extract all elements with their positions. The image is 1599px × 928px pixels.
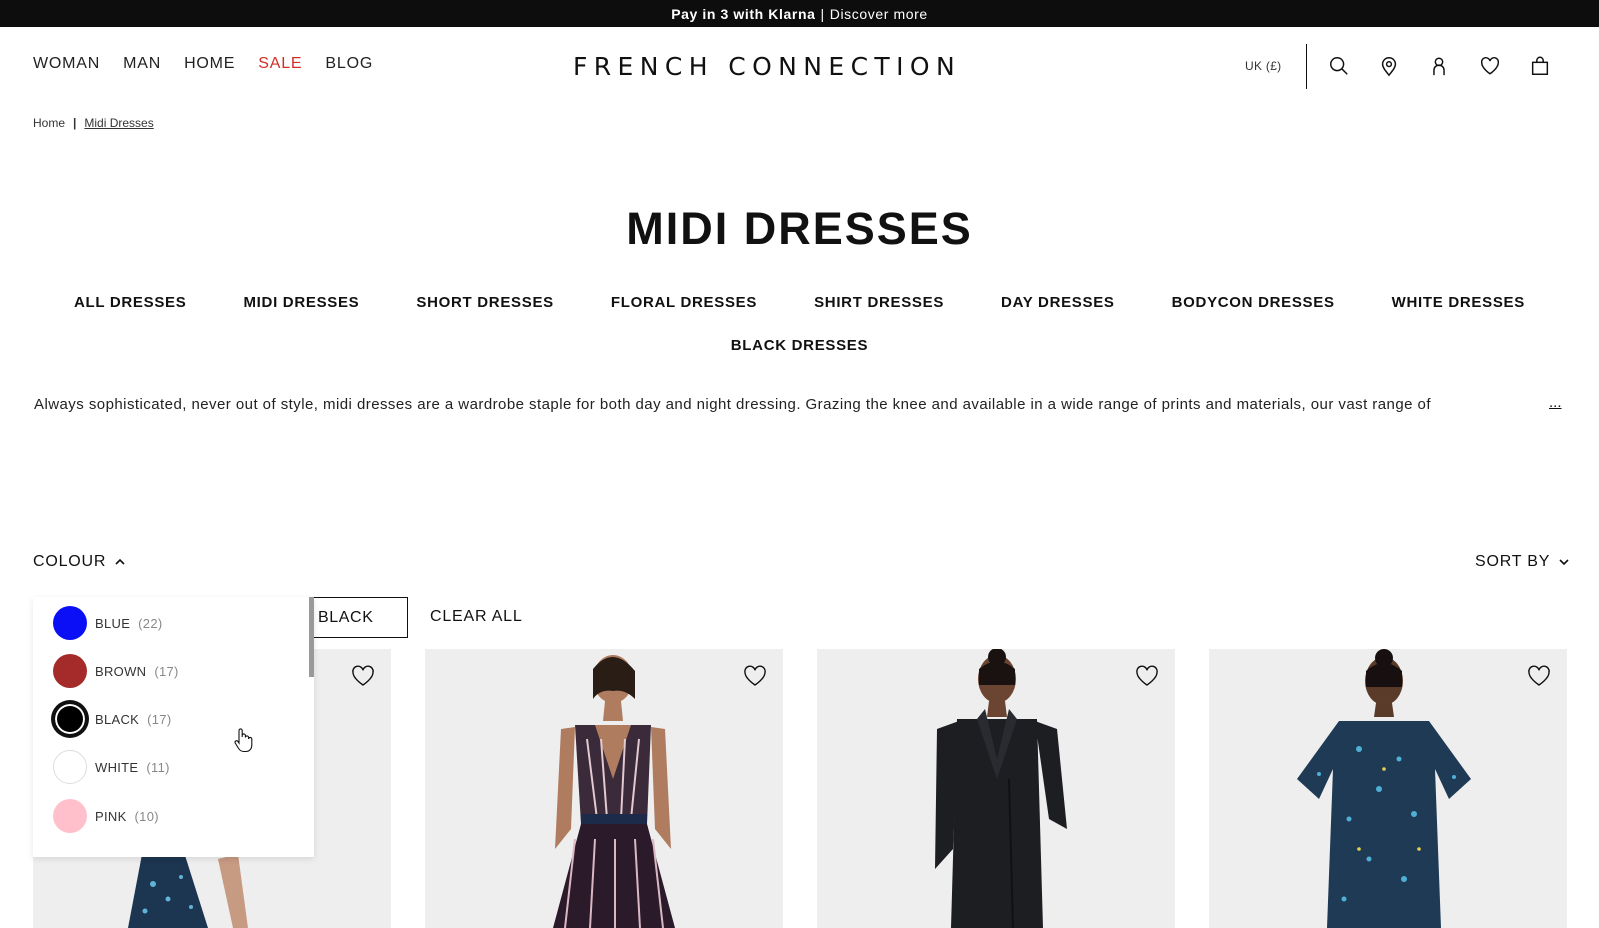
page-title: MIDI DRESSES — [626, 203, 973, 254]
category-links: ALL DRESSES MIDI DRESSES SHORT DRESSES F… — [0, 294, 1599, 311]
colour-swatch — [53, 654, 87, 688]
category-midi-dresses[interactable]: MIDI DRESSES — [243, 294, 359, 311]
main-nav: WOMAN MAN HOME SALE BLOG — [33, 55, 373, 73]
category-floral-dresses[interactable]: FLORAL DRESSES — [611, 294, 757, 311]
category-bodycon-dresses[interactable]: BODYCON DRESSES — [1172, 294, 1335, 311]
colour-option-count: (17) — [147, 711, 172, 727]
colour-option-label: BLUE — [95, 615, 131, 631]
category-all-dresses[interactable]: ALL DRESSES — [74, 294, 186, 311]
sort-by-label: SORT BY — [1475, 553, 1551, 570]
active-filter-chip[interactable]: BLACK — [306, 597, 408, 638]
category-white-dresses[interactable]: WHITE DRESSES — [1392, 294, 1525, 311]
sort-by-dropdown[interactable]: SORT BY — [1475, 553, 1570, 571]
colour-option-label: PINK — [95, 808, 127, 824]
brand-logo[interactable]: FRENCH CONNECTION — [573, 52, 961, 81]
site-header: WOMAN MAN HOME SALE BLOG FRENCH CONNECTI… — [0, 27, 1599, 105]
colour-option-label: WHITE — [95, 759, 139, 775]
chevron-up-icon — [115, 558, 125, 565]
colour-option-blue[interactable]: BLUE (22) — [53, 605, 163, 641]
colour-option-brown[interactable]: BROWN (17) — [53, 653, 179, 689]
chevron-down-icon — [1559, 559, 1569, 566]
nav-sale[interactable]: SALE — [258, 55, 302, 73]
colour-option-count: (22) — [138, 615, 163, 631]
colour-option-black[interactable]: BLACK (17) — [53, 701, 171, 737]
account-icon[interactable] — [1426, 53, 1452, 79]
colour-swatch — [53, 702, 87, 736]
nav-home[interactable]: HOME — [184, 55, 235, 73]
product-image[interactable] — [425, 649, 783, 928]
colour-option-pink[interactable]: PINK (10) — [53, 798, 159, 834]
category-short-dresses[interactable]: SHORT DRESSES — [416, 294, 553, 311]
bag-icon[interactable] — [1527, 53, 1553, 79]
promo-text: Pay in 3 with Klarna — [671, 5, 816, 22]
read-more-link[interactable]: ... — [1549, 394, 1562, 411]
product-card[interactable] — [425, 649, 783, 928]
colour-swatch — [53, 799, 87, 833]
promo-link[interactable]: Discover more — [830, 6, 928, 22]
promo-bar[interactable]: Pay in 3 with Klarna | Discover more — [0, 0, 1599, 27]
nav-woman[interactable]: WOMAN — [33, 55, 100, 73]
wishlist-icon[interactable] — [1477, 53, 1503, 79]
promo-separator: | — [820, 5, 825, 22]
colour-option-white[interactable]: WHITE (11) — [53, 749, 170, 785]
nav-blog[interactable]: BLOG — [325, 55, 373, 73]
nav-man[interactable]: MAN — [123, 55, 161, 73]
store-locator-icon[interactable] — [1376, 53, 1402, 79]
breadcrumb-home[interactable]: Home — [33, 116, 65, 130]
wishlist-icon[interactable] — [1135, 665, 1159, 687]
locale-selector[interactable]: UK (£) — [1245, 59, 1281, 73]
product-card[interactable] — [817, 649, 1175, 928]
wishlist-icon[interactable] — [1527, 665, 1551, 687]
active-filter-label: BLACK — [318, 608, 374, 626]
colour-swatch — [53, 750, 87, 784]
wishlist-icon[interactable] — [743, 665, 767, 687]
header-divider — [1306, 44, 1307, 89]
colour-filter-label: COLOUR — [33, 553, 107, 570]
colour-option-label: BROWN — [95, 663, 147, 679]
colour-filter-dropdown: BLUE (22) BROWN (17) BLACK (17) WHITE (1… — [33, 597, 314, 857]
colour-swatch — [53, 606, 87, 640]
colour-option-count: (17) — [154, 663, 179, 679]
dropdown-scroll-thumb[interactable] — [309, 597, 314, 677]
breadcrumb: Home | Midi Dresses — [33, 116, 154, 130]
colour-option-count: (11) — [146, 759, 170, 775]
wishlist-icon[interactable] — [351, 665, 375, 687]
colour-filter-toggle[interactable]: COLOUR — [33, 553, 126, 571]
colour-option-count: (10) — [134, 808, 159, 824]
category-black-dresses[interactable]: BLACK DRESSES — [731, 337, 868, 354]
category-day-dresses[interactable]: DAY DRESSES — [1001, 294, 1115, 311]
category-shirt-dresses[interactable]: SHIRT DRESSES — [814, 294, 944, 311]
product-image[interactable] — [1209, 649, 1567, 928]
category-links-row-2: BLACK DRESSES — [0, 337, 1599, 354]
product-card[interactable] — [1209, 649, 1567, 928]
category-description: Always sophisticated, never out of style… — [34, 396, 1431, 413]
colour-option-label: BLACK — [95, 711, 140, 727]
breadcrumb-separator: | — [73, 116, 77, 130]
search-icon[interactable] — [1326, 53, 1352, 79]
breadcrumb-current[interactable]: Midi Dresses — [84, 116, 153, 130]
clear-all-button[interactable]: CLEAR ALL — [430, 608, 523, 626]
product-image[interactable] — [817, 649, 1175, 928]
